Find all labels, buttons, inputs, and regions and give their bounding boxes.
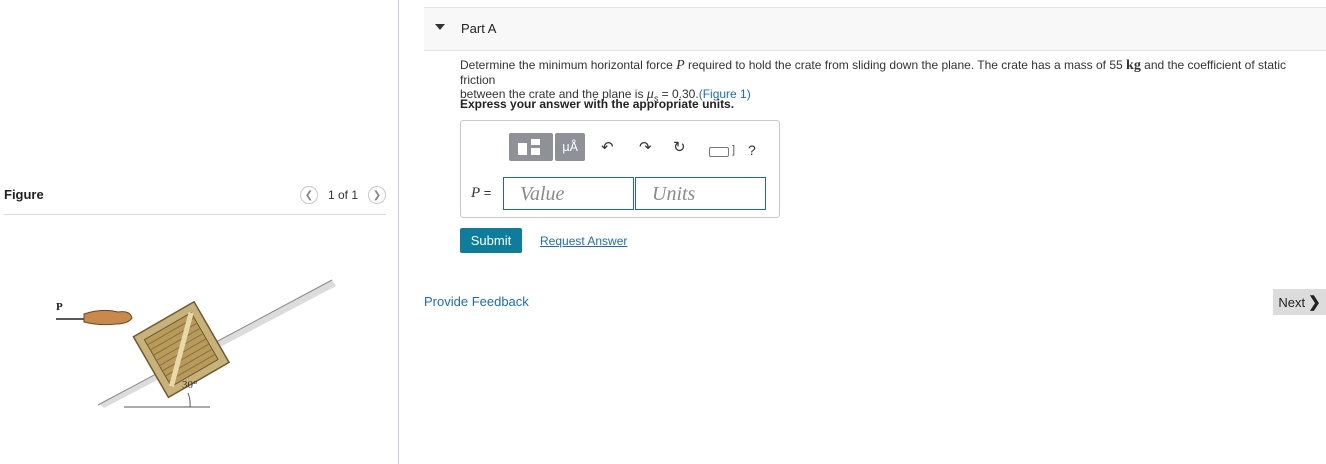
undo-icon[interactable]: ↶: [601, 139, 614, 155]
chevron-left-icon: ❮: [304, 189, 314, 201]
keyboard-suffix: ]: [732, 144, 736, 156]
next-figure-button[interactable]: ❯: [368, 186, 386, 204]
chevron-right-icon: ❯: [1308, 294, 1321, 311]
request-answer-link[interactable]: Request Answer: [540, 234, 627, 248]
submit-button[interactable]: Submit: [460, 228, 522, 253]
part-label: Part A: [461, 21, 497, 36]
figure-page-count: 1 of 1: [327, 188, 358, 202]
units-input[interactable]: Units: [635, 177, 766, 210]
chevron-right-icon: ❯: [372, 189, 382, 201]
force-label: P: [56, 301, 63, 313]
part-a-header[interactable]: Part A: [424, 7, 1326, 51]
next-button[interactable]: Next ❯: [1273, 289, 1326, 315]
next-label: Next: [1278, 294, 1306, 310]
answer-variable: P: [471, 185, 481, 201]
figure-header: Figure ❮ 1 of 1 ❯: [4, 180, 386, 215]
provide-feedback-link[interactable]: Provide Feedback: [424, 294, 529, 309]
caret-down-icon: [435, 24, 445, 30]
problem-text: Determine the minimum horizontal force: [460, 58, 677, 72]
answer-box: μÅ ↶ ↷ ↻ ] ? P = Value Units: [460, 120, 780, 218]
redo-icon[interactable]: ↷: [639, 139, 652, 155]
answer-label: P =: [471, 185, 491, 202]
figure-pager: ❮ 1 of 1 ❯: [299, 186, 386, 204]
crate-incline-figure: P 30°: [56, 279, 336, 408]
prev-figure-button[interactable]: ❮: [299, 186, 318, 204]
express-instruction: Express your answer with the appropriate…: [460, 97, 735, 111]
angle-label: 30°: [182, 379, 197, 391]
value-input[interactable]: Value: [503, 177, 634, 210]
figure-title: Figure: [4, 187, 44, 202]
problem-text: required to hold the crate from sliding …: [684, 58, 1127, 72]
templates-button[interactable]: [509, 133, 553, 161]
equals-sign: =: [480, 185, 492, 200]
reset-icon[interactable]: ↻: [673, 139, 686, 155]
mass-unit: kg: [1126, 58, 1141, 73]
keyboard-icon[interactable]: [709, 147, 729, 157]
angle-arc: [187, 392, 191, 408]
figure-panel: Figure ❮ 1 of 1 ❯ P 30°: [0, 0, 399, 464]
force-variable: P: [676, 58, 685, 73]
help-button[interactable]: ?: [748, 142, 756, 158]
hand-icon: [83, 309, 133, 326]
units-symbol-button[interactable]: μÅ: [555, 133, 585, 161]
